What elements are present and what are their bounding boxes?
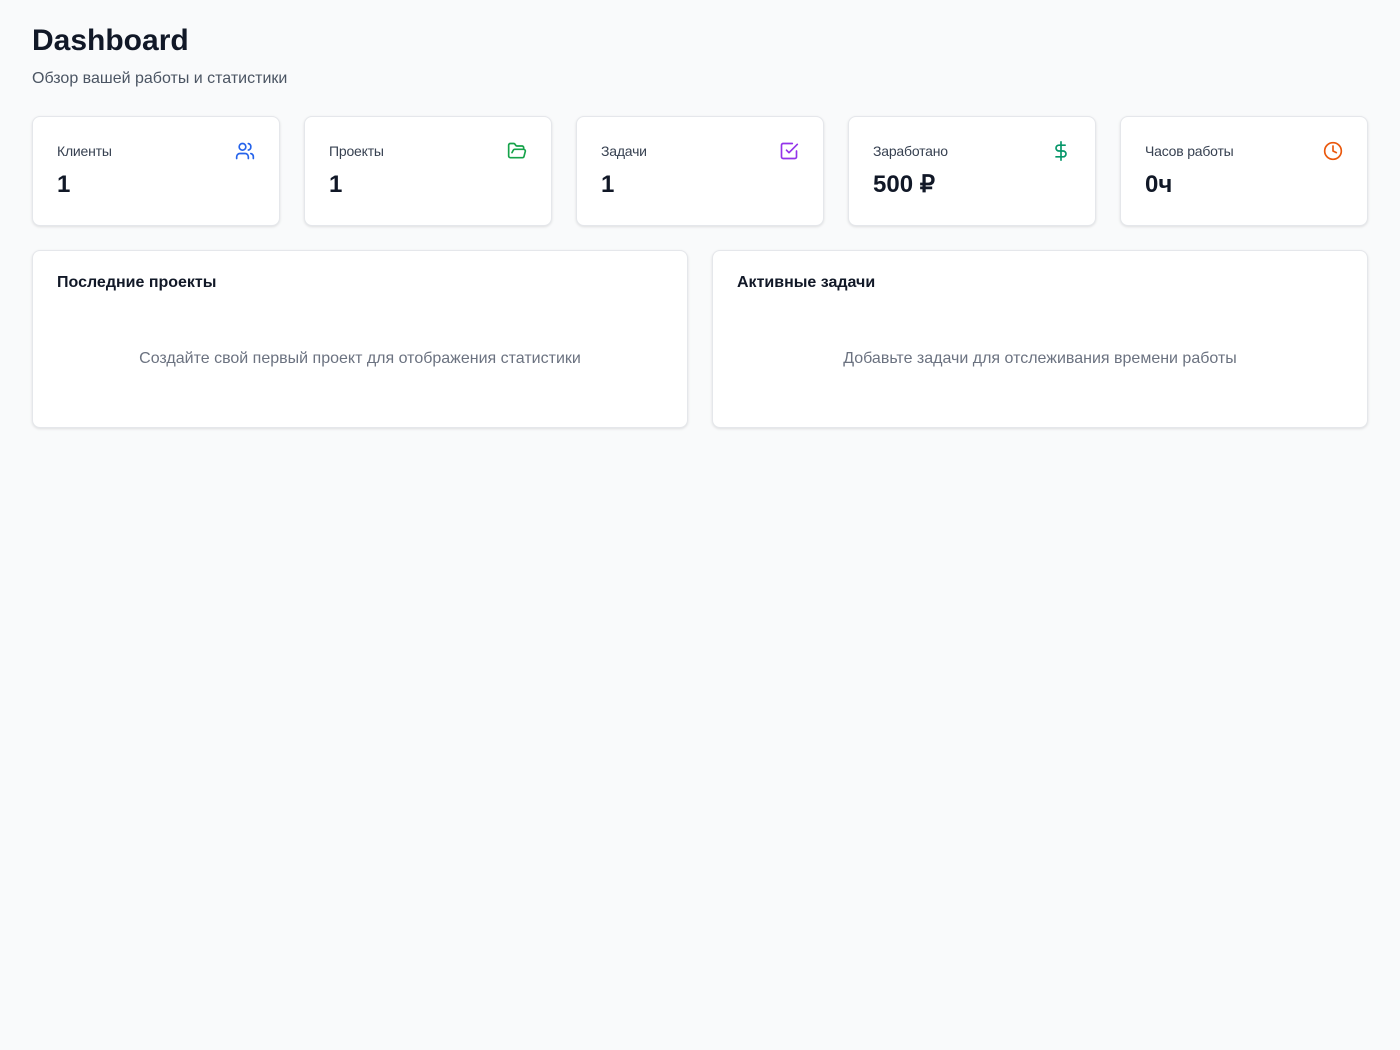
stat-card-earned: Заработано 500 ₽ <box>848 116 1096 226</box>
stat-card-clients: Клиенты 1 <box>32 116 280 226</box>
stat-label: Клиенты <box>57 143 112 159</box>
panel-title: Последние проекты <box>57 274 217 291</box>
clock-icon <box>1323 141 1343 161</box>
stat-value: 500 ₽ <box>873 171 935 198</box>
page-subtitle: Обзор вашей работы и статистики <box>32 70 288 87</box>
stats-row: Клиенты 1 Проекты 1 Задачи 1 Заработано … <box>32 116 1368 226</box>
folder-open-icon <box>507 141 527 161</box>
panel-title: Активные задачи <box>737 274 876 291</box>
panels-row: Последние проекты Создайте свой первый п… <box>32 250 1368 428</box>
check-square-icon <box>779 141 799 161</box>
stat-label: Часов работы <box>1145 143 1234 159</box>
stat-card-hours: Часов работы 0ч <box>1120 116 1368 226</box>
stat-value: 1 <box>601 171 615 198</box>
users-icon <box>235 141 255 161</box>
dollar-icon <box>1051 141 1071 161</box>
page-title: Dashboard <box>32 24 189 57</box>
stat-card-projects: Проекты 1 <box>304 116 552 226</box>
stat-label: Проекты <box>329 143 384 159</box>
active-tasks-panel: Активные задачи Добавьте задачи для отсл… <box>712 250 1368 428</box>
stat-label: Заработано <box>873 143 948 159</box>
stat-label: Задачи <box>601 143 647 159</box>
stat-value: 0ч <box>1145 171 1173 198</box>
stat-value: 1 <box>329 171 343 198</box>
stat-card-tasks: Задачи 1 <box>576 116 824 226</box>
stat-value: 1 <box>57 171 71 198</box>
recent-projects-panel: Последние проекты Создайте свой первый п… <box>32 250 688 428</box>
empty-state-text: Добавьте задачи для отслеживания времени… <box>843 350 1237 367</box>
empty-state-text: Создайте свой первый проект для отображе… <box>139 350 581 367</box>
